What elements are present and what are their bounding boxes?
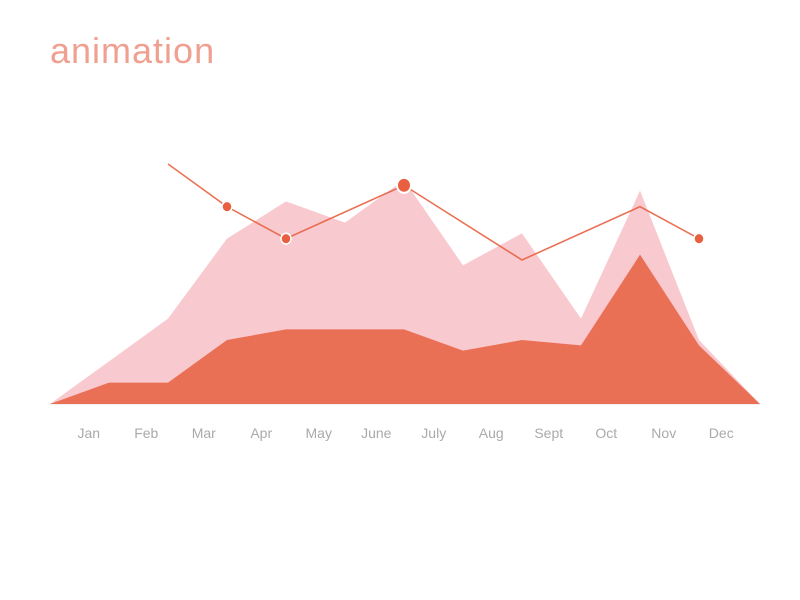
chart-area xyxy=(50,100,760,420)
dot-july xyxy=(397,178,411,193)
chart-svg xyxy=(50,100,760,420)
dot-nov xyxy=(694,233,704,244)
dot-apr xyxy=(281,233,291,244)
chart-reflection xyxy=(50,430,760,550)
app-container: animation Jan Feb Mar xyxy=(0,0,800,600)
page-title: animation xyxy=(50,30,215,72)
dot-mar xyxy=(222,201,232,212)
